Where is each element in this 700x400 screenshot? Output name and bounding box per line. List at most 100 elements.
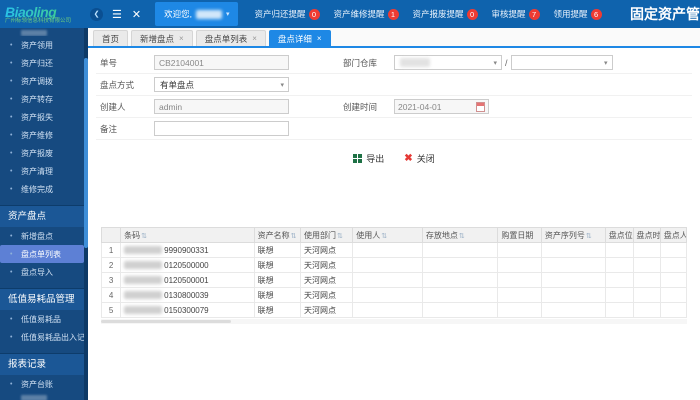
empty-cell — [659, 302, 688, 318]
barcode-cell: 0150300079 — [120, 302, 255, 318]
close-button[interactable]: ✖ 关闭 — [404, 152, 434, 165]
table-row[interactable]: 1 9990900331 联想 天河网点 — [100, 242, 688, 258]
chevron-down-icon: ▾ — [604, 59, 608, 67]
department-select[interactable]: ▾ — [394, 55, 502, 70]
sidebar-item-asset-scrap[interactable]: • 资产报废 — [0, 144, 84, 162]
sort-icon: ⇅ — [290, 232, 297, 240]
col-inventory-person[interactable]: 盘点人⇅ — [659, 227, 688, 243]
notification-badge: 6 — [590, 8, 602, 20]
empty-cell — [659, 257, 688, 273]
notification-badge: 1 — [387, 8, 399, 20]
collapse-sidebar-button[interactable]: ❮ — [90, 7, 103, 21]
notification-audit[interactable]: 审核提醒 7 — [492, 8, 540, 20]
empty-cell — [659, 242, 688, 258]
notification-asset-return[interactable]: 资产归还提醒 0 — [254, 8, 320, 20]
sidebar-item-clipped-bottom[interactable] — [0, 393, 84, 400]
create-time-field[interactable]: 2021-04-01 — [394, 99, 489, 114]
sidebar-item-inventory-list[interactable]: • 盘点单列表 — [0, 245, 84, 263]
dept-warehouse-label: 部门仓库 — [343, 57, 378, 68]
inventory-table-wrap: 条码⇅ 资产名称⇅ 使用部门⇅ 使用人⇅ 存放地点⇅ 购置日期 资产序列号⇅ 盘… — [100, 227, 688, 324]
remark-field[interactable] — [154, 121, 289, 136]
sidebar-section-reports[interactable]: 报表记录 — [0, 353, 88, 375]
close-all-tabs-icon[interactable]: ✕ — [132, 8, 141, 21]
table-row[interactable]: 2 0120500000 联想 天河网点 — [100, 257, 688, 273]
empty-cell — [421, 287, 499, 303]
sidebar-item-asset-repair[interactable]: • 资产维修 — [0, 126, 84, 144]
tab-inventory-list[interactable]: 盘点单列表 × — [195, 30, 266, 46]
col-barcode[interactable]: 条码⇅ — [120, 227, 255, 243]
table-row[interactable]: 3 0120500001 联想 天河网点 — [100, 272, 688, 288]
close-tab-icon[interactable]: × — [317, 34, 322, 43]
row-number: 3 — [100, 272, 122, 288]
col-inventory-time[interactable]: 盘点时间⇅ — [632, 227, 661, 243]
sidebar-item-asset-ledger[interactable]: • 资产台账 — [0, 375, 84, 393]
sidebar-item-inventory-import[interactable]: • 盘点导入 — [0, 263, 84, 281]
notification-asset-repair[interactable]: 资产维修提醒 1 — [334, 8, 399, 20]
tab-inventory-detail[interactable]: 盘点详细 × — [268, 30, 331, 46]
empty-cell — [421, 272, 499, 288]
bullet-icon: • — [10, 232, 13, 240]
sidebar-item-repair-complete[interactable]: • 维修完成 — [0, 180, 84, 198]
barcode-prefix-redacted — [124, 291, 163, 300]
tab-label: 首页 — [102, 33, 120, 44]
sidebar-item-asset-store[interactable]: • 资产转存 — [0, 90, 84, 108]
export-button[interactable]: 导出 — [353, 152, 384, 165]
export-label: 导出 — [366, 154, 385, 164]
col-serial-no[interactable]: 资产序列号⇅ — [540, 227, 606, 243]
sidebar-item-label: 资产调拨 — [21, 76, 53, 86]
sidebar-item-consumables[interactable]: • 低值易耗品 — [0, 310, 84, 328]
sidebar-item-asset-transfer[interactable]: • 资产调拨 — [0, 72, 84, 90]
sidebar-item-asset-requisition[interactable]: • 资产领用 — [0, 36, 84, 54]
col-department[interactable]: 使用部门⇅ — [300, 227, 354, 243]
table-row[interactable]: 4 0130800039 联想 天河网点 — [100, 287, 688, 303]
col-purchase-date[interactable]: 购置日期 — [497, 227, 542, 243]
remark-label: 备注 — [100, 123, 118, 134]
notification-badge: 0 — [466, 8, 478, 20]
sidebar-item-asset-loss[interactable]: • 资产报失 — [0, 108, 84, 126]
close-tab-icon[interactable]: × — [252, 34, 257, 43]
top-bar: Biaoling 广州标领信息科技有限公司 ❮ ☰ ✕ 欢迎您, ▾ 资产归还提醒… — [0, 0, 700, 28]
barcode-prefix-redacted — [124, 306, 163, 315]
empty-cell — [352, 302, 423, 318]
col-inventory-position[interactable]: 盘点位置⇅ — [604, 227, 634, 243]
empty-cell — [352, 257, 423, 273]
scrollbar-thumb[interactable] — [101, 320, 231, 323]
sidebar-section-consumables[interactable]: 低值易耗品管理 — [0, 288, 88, 310]
table-row[interactable]: 5 0150300079 联想 天河网点 — [100, 302, 688, 318]
warehouse-select[interactable]: ▾ — [510, 55, 613, 70]
close-tab-icon[interactable]: × — [179, 34, 184, 43]
calendar-icon[interactable] — [476, 101, 485, 112]
col-asset-name[interactable]: 资产名称⇅ — [253, 227, 302, 243]
sidebar-item-clipped[interactable] — [0, 28, 84, 36]
col-location[interactable]: 存放地点⇅ — [421, 227, 499, 243]
barcode-cell: 0120500001 — [120, 272, 255, 288]
tab-new-inventory[interactable]: 新增盘点 × — [131, 30, 193, 46]
sidebar-item-new-inventory[interactable]: • 新增盘点 — [0, 227, 84, 245]
bullet-icon: • — [10, 333, 13, 341]
sidebar-item-asset-return[interactable]: • 资产归还 — [0, 54, 84, 72]
sidebar-item-asset-cleanup[interactable]: • 资产清理 — [0, 162, 84, 180]
empty-cell — [659, 272, 688, 288]
tab-home[interactable]: 首页 — [93, 30, 129, 46]
creator-label: 创建人 — [100, 101, 126, 112]
notification-requisition[interactable]: 领用提醒 6 — [554, 8, 602, 20]
creator-field[interactable] — [154, 99, 289, 114]
barcode-cell: 0120500000 — [120, 257, 255, 273]
asset-name-cell: 联想 — [253, 242, 302, 258]
form-row: 单号 部门仓库 ▾ / ▾ — [96, 52, 692, 74]
row-number: 5 — [100, 302, 122, 318]
notification-asset-scrap[interactable]: 资产报废提醒 0 — [413, 8, 478, 20]
empty-cell — [604, 302, 634, 318]
col-user[interactable]: 使用人⇅ — [352, 227, 423, 243]
sidebar-item-consumables-io-log[interactable]: • 低值易耗品出入记录 — [0, 328, 88, 346]
inventory-method-select[interactable]: 有单盘点 ▾ — [154, 77, 289, 92]
user-menu-button[interactable]: 欢迎您, ▾ — [155, 2, 239, 26]
inventory-detail-form: 单号 部门仓库 ▾ / ▾ 盘点方式 有单盘点 ▾ 创建人 创建时间 2021-0… — [88, 48, 700, 324]
sidebar-section-asset-inventory[interactable]: 资产盘点 — [0, 205, 88, 227]
barcode-prefix-redacted — [124, 246, 163, 255]
table-horizontal-scrollbar[interactable] — [101, 319, 687, 324]
empty-cell — [632, 287, 661, 303]
table-header-row: 条码⇅ 资产名称⇅ 使用部门⇅ 使用人⇅ 存放地点⇅ 购置日期 资产序列号⇅ 盘… — [100, 227, 688, 243]
order-no-field[interactable] — [154, 55, 289, 70]
hamburger-menu-icon[interactable]: ☰ — [112, 8, 122, 21]
